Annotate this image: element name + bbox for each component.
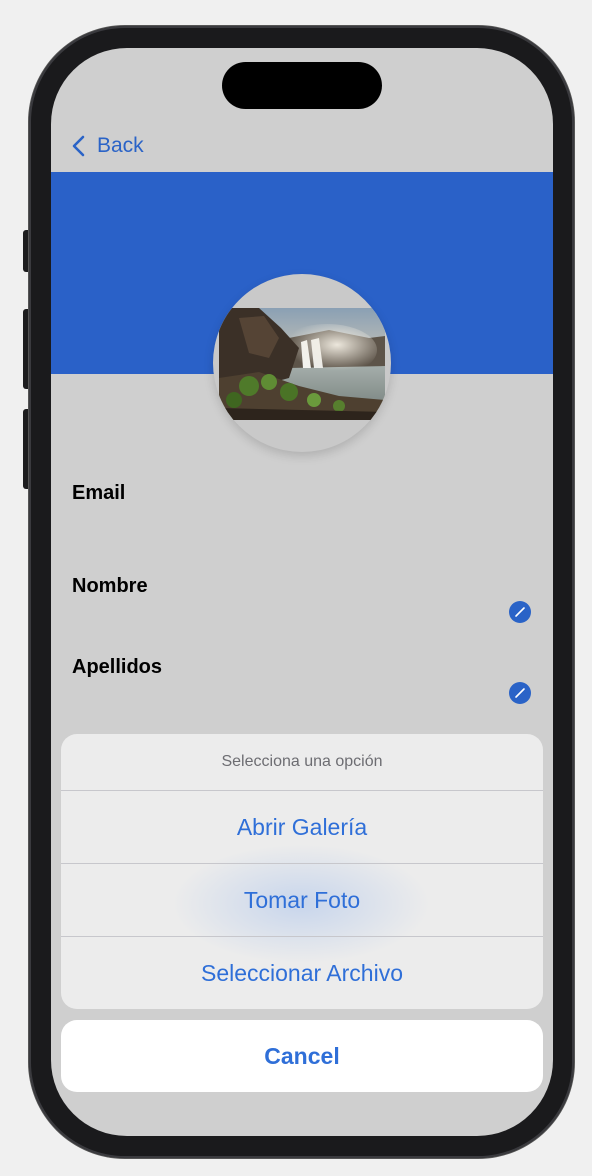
- take-photo-option[interactable]: Tomar Foto: [61, 864, 543, 937]
- action-sheet: Selecciona una opción Abrir Galería Toma…: [61, 734, 543, 1009]
- action-sheet-title: Selecciona una opción: [61, 734, 543, 791]
- phone-screen: Back Email Nombre Apellidos Selecciona u…: [51, 48, 553, 1136]
- cancel-button[interactable]: Cancel: [61, 1020, 543, 1092]
- back-label: Back: [97, 134, 144, 157]
- edit-nombre-pencil-icon[interactable]: [509, 601, 531, 623]
- email-label: Email: [72, 482, 126, 504]
- back-button[interactable]: Back: [71, 130, 144, 162]
- device-stage: Back Email Nombre Apellidos Selecciona u…: [0, 0, 592, 1176]
- nombre-label: Nombre: [72, 575, 148, 597]
- apellidos-label: Apellidos: [72, 656, 163, 678]
- edit-apellidos-pencil-icon[interactable]: [509, 682, 531, 704]
- open-gallery-option[interactable]: Abrir Galería: [61, 791, 543, 864]
- avatar[interactable]: [213, 274, 391, 452]
- select-file-option[interactable]: Seleccionar Archivo: [61, 937, 543, 1009]
- avatar-photo: [219, 308, 385, 420]
- dynamic-island: [222, 62, 382, 109]
- chevron-left-icon: [71, 135, 85, 157]
- navigation-bar: Back: [51, 124, 553, 168]
